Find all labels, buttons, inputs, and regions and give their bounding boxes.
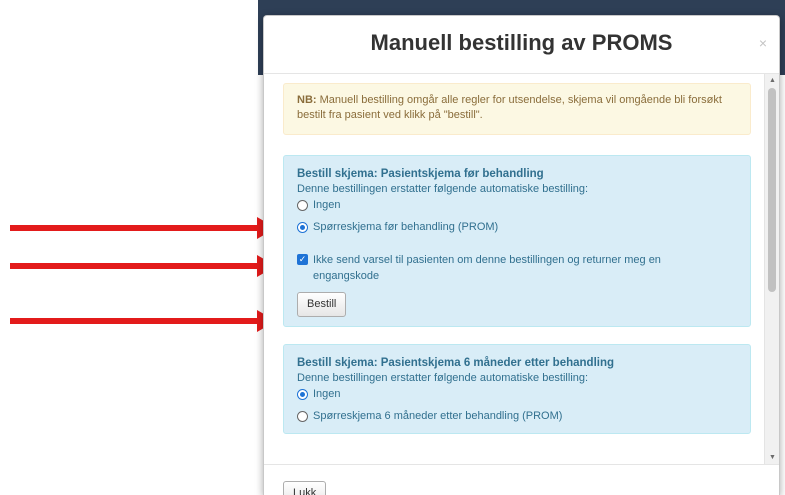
notice-strong: NB:	[297, 94, 317, 106]
dialog-body[interactable]: NB: Manuell bestilling omgår alle regler…	[264, 74, 764, 464]
radio-prom-before[interactable]	[297, 222, 308, 233]
triangle-up-icon[interactable]: ▲	[765, 74, 779, 87]
option-prom-6-months[interactable]: Spørreskjema 6 måneder etter behandling …	[297, 409, 740, 424]
no-notification-option[interactable]: ✓ Ikke send varsel til pasienten om denn…	[297, 252, 717, 284]
dialog-header: Manuell bestilling av PROMS ×	[264, 16, 779, 74]
option-label: Spørreskjema 6 måneder etter behandling …	[313, 410, 563, 422]
radio-prom-6-months[interactable]	[297, 411, 308, 422]
radio-none[interactable]	[297, 200, 308, 211]
radio-none[interactable]	[297, 389, 308, 400]
option-none[interactable]: Ingen	[297, 387, 740, 402]
panel-description: Denne bestillingen erstatter følgende au…	[297, 372, 589, 384]
annotation-arrow-radio	[10, 217, 276, 239]
notice-text: Manuell bestilling omgår alle regler for…	[297, 94, 722, 121]
option-label: Ingen	[313, 388, 341, 400]
panel-description: Denne bestillingen erstatter følgende au…	[297, 183, 589, 195]
scrollbar-thumb[interactable]	[768, 88, 776, 292]
annotation-arrow-checkbox	[10, 255, 276, 277]
order-proms-dialog: Manuell bestilling av PROMS × NB: Manuel…	[263, 15, 780, 495]
dialog-title: Manuell bestilling av PROMS	[370, 30, 673, 55]
option-label: Ingen	[313, 199, 341, 211]
option-none[interactable]: Ingen	[297, 198, 740, 213]
panel-title: Bestill skjema: Pasientskjema før behand…	[297, 168, 544, 180]
triangle-down-icon[interactable]: ▼	[765, 451, 779, 464]
order-button[interactable]: Bestill	[297, 292, 347, 317]
checkbox-label: Ikke send varsel til pasienten om denne …	[313, 254, 661, 282]
order-panel-6-months: Bestill skjema: Pasientskjema 6 måneder …	[283, 344, 751, 434]
dialog-footer: Lukk	[264, 464, 779, 495]
annotation-arrow-button	[10, 310, 276, 332]
dialog-scrollbar[interactable]: ▲ ▼	[764, 74, 779, 464]
warning-notice: NB: Manuell bestilling omgår alle regler…	[283, 83, 751, 135]
checkbox-check-icon[interactable]: ✓	[297, 254, 308, 265]
order-panel-before-treatment: Bestill skjema: Pasientskjema før behand…	[283, 155, 751, 327]
panel-title: Bestill skjema: Pasientskjema 6 måneder …	[297, 357, 615, 369]
option-label: Spørreskjema før behandling (PROM)	[313, 221, 499, 233]
close-button[interactable]: Lukk	[283, 481, 327, 495]
close-icon[interactable]: ×	[759, 35, 767, 51]
option-prom-before[interactable]: Spørreskjema før behandling (PROM)	[297, 220, 740, 235]
